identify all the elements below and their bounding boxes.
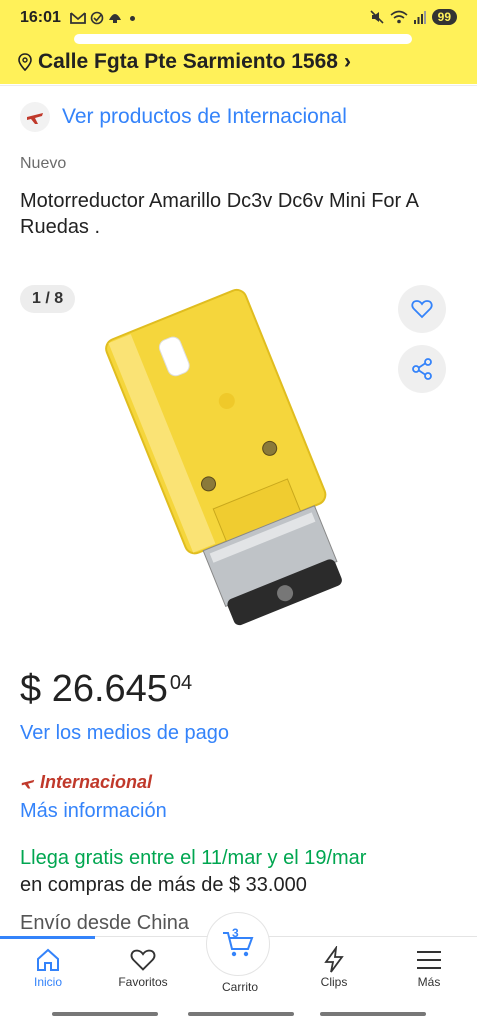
status-bar: 16:01 99 (0, 6, 477, 32)
airplane-icon (20, 102, 50, 132)
heart-icon (130, 949, 156, 971)
nav-carrito-label: Carrito (221, 980, 258, 994)
mute-icon (370, 10, 384, 24)
ship-from: Envío desde China (20, 912, 190, 934)
header-divider (0, 85, 477, 86)
product-condition: Nuevo (20, 155, 67, 172)
payment-methods-link[interactable]: Ver los medios de pago (20, 722, 229, 745)
app-header: 16:01 99 Calle Fgta Pte Sarmiento 1568 › (0, 0, 477, 84)
chevron-right-icon: › (343, 50, 351, 73)
shipping-estimate: Llega gratis entre el 11/mar y el 19/mar (20, 847, 367, 869)
heart-icon (411, 300, 433, 319)
shell-icon (109, 14, 121, 23)
airplane-icon (21, 779, 35, 788)
nav-mas-label: Más (417, 975, 441, 989)
lightning-icon (324, 946, 344, 973)
nav-favoritos-label: Favoritos (118, 975, 168, 989)
nav-inicio-label: Inicio (33, 975, 62, 989)
menu-icon (417, 951, 441, 969)
system-recents-pill[interactable] (320, 1012, 426, 1016)
location-pin-icon (18, 53, 32, 71)
international-badge: Internacional (20, 772, 152, 793)
nav-carrito[interactable] (206, 912, 270, 976)
nav-clips[interactable]: Clips (294, 945, 374, 989)
nav-mas[interactable]: Más (389, 945, 469, 989)
share-icon (412, 358, 432, 380)
international-link-label: Ver productos de Internacional (62, 105, 347, 128)
system-navigation-bar (0, 1004, 477, 1024)
system-icons: 99 (370, 9, 457, 25)
notification-dot (130, 15, 135, 21)
international-badge-label: Internacional (40, 772, 153, 792)
gmail-icon (70, 12, 86, 24)
delivery-address[interactable]: Calle Fgta Pte Sarmiento 1568 › (18, 50, 351, 74)
search-bar-placeholder[interactable] (74, 34, 412, 44)
product-price: $ 26.645 04 (20, 668, 192, 711)
product-title: Motorreductor Amarillo Dc3v Dc6v Mini Fo… (20, 190, 418, 238)
share-button[interactable] (398, 345, 446, 393)
signal-icon (413, 11, 426, 24)
more-info-link[interactable]: Más información (20, 800, 167, 823)
system-back-pill[interactable] (52, 1012, 158, 1016)
task-check-icon (90, 11, 104, 25)
status-time: 16:01 (20, 9, 61, 26)
price-main: $ 26.645 (20, 668, 168, 710)
home-icon (37, 948, 59, 971)
nav-inicio[interactable]: Inicio (8, 945, 88, 989)
image-counter: 1 / 8 (20, 285, 76, 313)
international-products-link[interactable]: Ver productos de Internacional (20, 102, 347, 132)
wifi-icon (390, 10, 408, 24)
price-cents: 04 (169, 672, 193, 694)
nav-favoritos[interactable]: Favoritos (103, 945, 183, 989)
address-text: Calle Fgta Pte Sarmiento 1568 (38, 50, 338, 73)
nav-clips-label: Clips (320, 975, 348, 989)
product-image[interactable] (100, 280, 380, 630)
notification-icons (70, 11, 135, 25)
shipping-condition: en compras de más de $ 33.000 (20, 874, 307, 896)
active-tab-indicator (0, 936, 95, 939)
battery-indicator: 99 (431, 9, 457, 25)
cart-badge: 3 (232, 926, 239, 940)
system-home-pill[interactable] (188, 1012, 294, 1016)
favorite-button[interactable] (398, 285, 446, 333)
